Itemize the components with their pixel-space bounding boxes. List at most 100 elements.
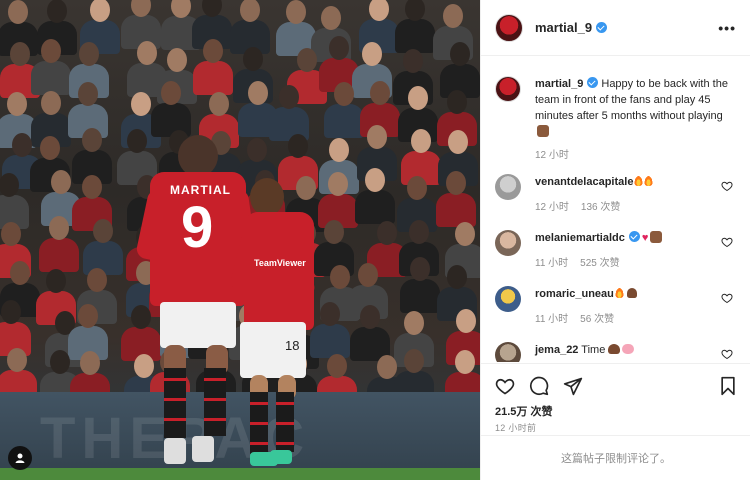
comment-icon[interactable] (529, 376, 549, 396)
comment-text: Time (581, 344, 606, 356)
crowd-face (455, 309, 476, 334)
comment-meta: 11 小时 525 次赞 (535, 256, 719, 272)
crowd-face (366, 125, 387, 150)
crowd-face (243, 46, 264, 71)
bookmark-button[interactable] (719, 376, 737, 396)
crowd-face (92, 218, 113, 243)
player-boot (164, 438, 186, 464)
crowd-face (449, 42, 470, 67)
player-head (250, 178, 284, 216)
crowd-face (7, 347, 28, 372)
praying-hands-icon (537, 125, 549, 137)
heart-icon[interactable] (721, 180, 733, 192)
crowd-person (395, 18, 436, 53)
commenter-avatar[interactable] (495, 342, 521, 362)
crowd-face (358, 262, 378, 287)
comment-likes[interactable]: 136 次赞 (581, 202, 620, 213)
brain-icon (622, 344, 635, 354)
fire-icon (614, 287, 624, 298)
heart-icon[interactable] (721, 236, 733, 248)
author-username-text[interactable]: martial_9 (535, 20, 592, 35)
caption-avatar[interactable] (495, 76, 521, 102)
comment-time[interactable]: 11 小时 (535, 258, 568, 269)
crowd-face (405, 0, 426, 21)
crowd-face (368, 0, 389, 21)
crowd-face (326, 353, 347, 378)
crowd-face (166, 47, 187, 72)
comment-item: jema_22 Time (495, 342, 739, 362)
verified-badge-icon (587, 77, 599, 88)
heart-icon[interactable] (721, 292, 733, 304)
caption-time[interactable]: 12 小时 (535, 150, 569, 161)
crowd-face (10, 261, 31, 286)
bookmark-icon[interactable] (719, 376, 737, 396)
crowd-face (404, 349, 425, 374)
crowd-face (48, 215, 69, 240)
crowd-face (404, 311, 425, 336)
crowd-face (130, 305, 151, 330)
caption-username[interactable]: martial_9 (535, 78, 583, 90)
commenter-avatar[interactable] (495, 174, 521, 200)
crowd-face (287, 133, 308, 158)
crowd-face (411, 129, 432, 154)
comment-username[interactable]: romaric_uneau (535, 288, 614, 300)
crowd-face (78, 41, 99, 66)
crowd-face (321, 5, 342, 30)
crowd-face (296, 48, 317, 73)
crowd-face (407, 85, 428, 110)
comment-username[interactable]: melaniemartialdc (535, 232, 625, 244)
player-boot (192, 436, 214, 462)
comment-time[interactable]: 12 小时 (535, 202, 569, 213)
post-actions: 21.5万 次赞 12 小时前 (481, 363, 750, 433)
crowd-person (30, 61, 71, 96)
author-avatar[interactable] (495, 13, 523, 42)
commenter-avatar[interactable] (495, 230, 521, 256)
post-photo[interactable]: THEPAC MARTIAL 9 TeamViewer 18 (0, 0, 480, 480)
comment-likes[interactable]: 56 次赞 (580, 314, 614, 325)
crowd-face (86, 268, 107, 293)
jersey-front (244, 212, 314, 330)
crowd-face (377, 220, 398, 245)
player-boot (270, 450, 292, 464)
like-count[interactable]: 21.5万 次赞 (495, 403, 552, 419)
comments-limited-notice: 这篇帖子限制评论了。 (481, 435, 750, 480)
comment-likes[interactable]: 525 次赞 (580, 258, 619, 269)
post-timestamp[interactable]: 12 小时前 (495, 421, 536, 434)
comment-meta: 11 小时 56 次赞 (535, 312, 719, 328)
crowd-face (203, 39, 224, 64)
comments-list[interactable]: martial_9 Happy to be back with the team… (481, 56, 750, 362)
crowd-person (151, 102, 192, 137)
crowd-face (131, 92, 152, 117)
heart-icon[interactable] (495, 376, 515, 396)
more-horizontal-icon[interactable]: ••• (718, 20, 736, 36)
action-icons (495, 376, 583, 396)
commenter-avatar[interactable] (495, 286, 521, 312)
crowd-face (78, 82, 99, 107)
crowd-face (40, 91, 61, 116)
verified-badge-icon (628, 231, 640, 242)
crowd-face (327, 171, 348, 196)
crowd-face (0, 173, 20, 198)
crowd-face (442, 4, 463, 29)
comment-username[interactable]: jema_22 (535, 344, 578, 356)
crowd-face (370, 81, 391, 106)
crowd-face (448, 130, 469, 155)
player-head (178, 135, 218, 177)
send-icon[interactable] (563, 376, 583, 396)
crowd-face (409, 219, 430, 244)
player-sock (276, 392, 294, 452)
crowd-face (10, 41, 31, 66)
crowd-face (0, 222, 21, 247)
crowd-face (137, 40, 158, 65)
comment-username[interactable]: venantdelacapitale (535, 176, 633, 188)
comment-meta: 12 小时 136 次赞 (535, 200, 719, 216)
crowd-face (247, 80, 268, 105)
player-sock (164, 368, 186, 438)
tagged-user-icon[interactable] (8, 446, 32, 470)
author-username[interactable]: martial_9 (535, 20, 608, 35)
crowd-face (40, 39, 61, 64)
crowd-face (80, 350, 101, 375)
crowd-person (193, 61, 234, 96)
heart-icon[interactable] (721, 348, 733, 360)
comment-time[interactable]: 11 小时 (535, 314, 568, 325)
